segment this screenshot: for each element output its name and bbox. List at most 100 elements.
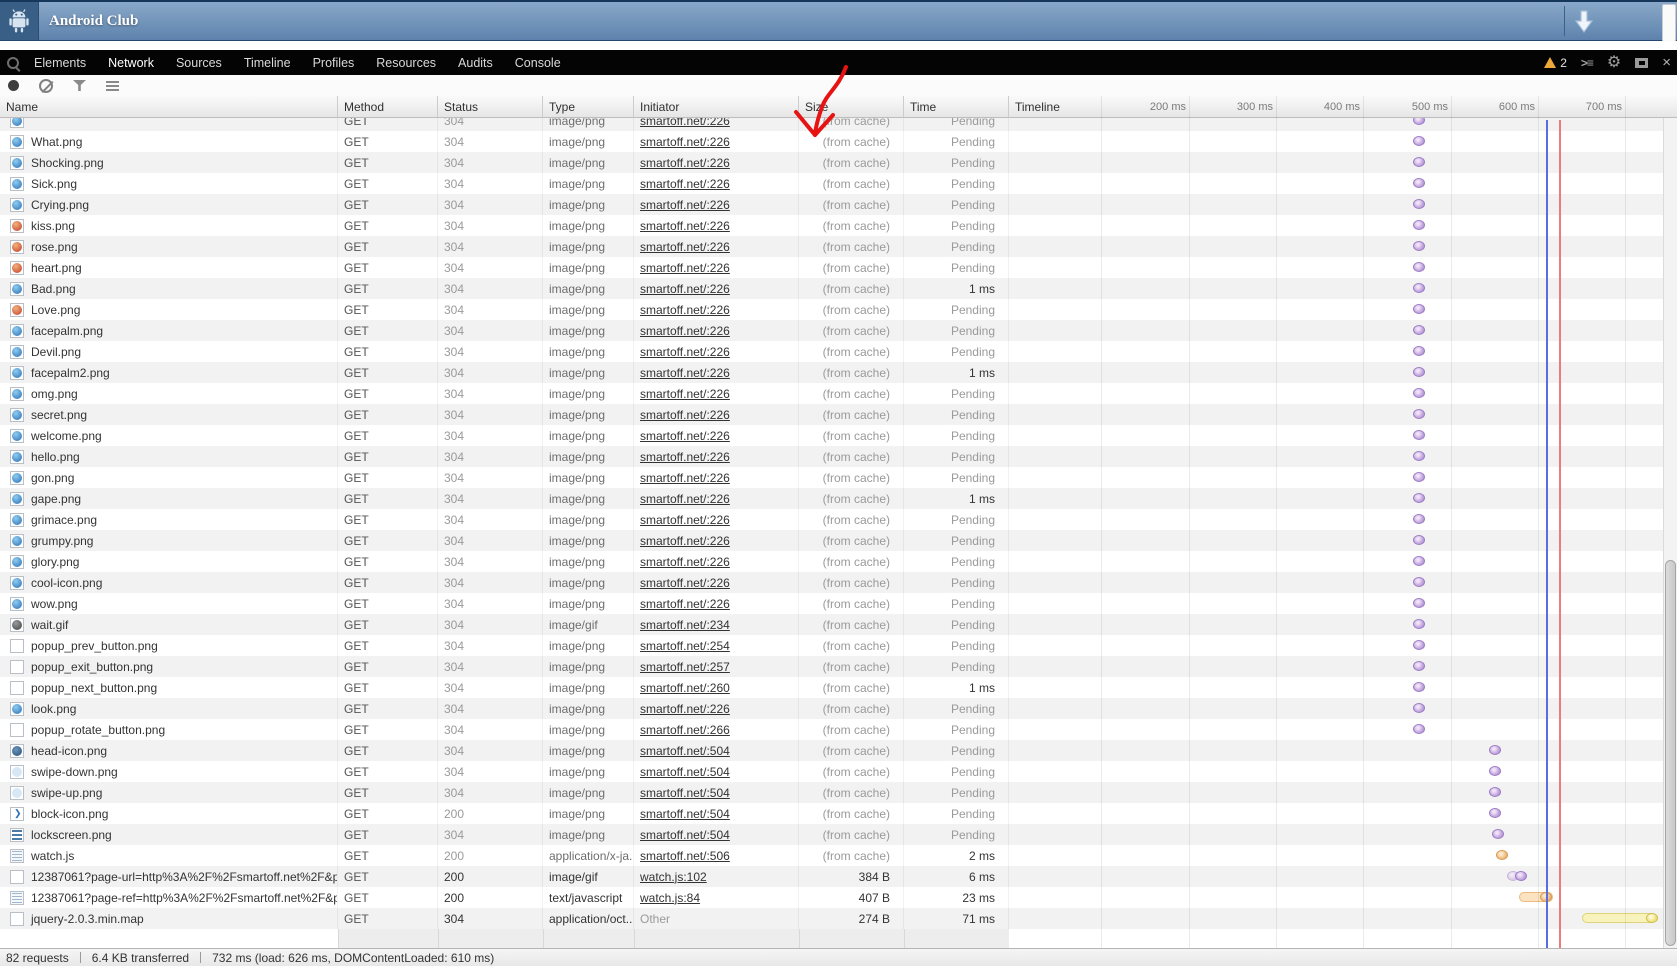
column-header-timeline[interactable]: Timeline — [1009, 96, 1677, 117]
tab-resources[interactable]: Resources — [376, 56, 436, 70]
table-row[interactable]: popup_prev_button.pngGET304image/pngsmar… — [0, 635, 1677, 656]
initiator-link[interactable]: smartoff.net/:226 — [640, 324, 730, 338]
table-row[interactable]: popup_exit_button.pngGET304image/pngsmar… — [0, 656, 1677, 677]
initiator-link[interactable]: smartoff.net/:226 — [640, 282, 730, 296]
table-row[interactable]: secret.pngGET304image/pngsmartoff.net/:2… — [0, 404, 1677, 425]
initiator-link[interactable]: smartoff.net/:504 — [640, 828, 730, 842]
clear-icon[interactable] — [39, 79, 53, 93]
console-drawer-icon[interactable]: >≡ — [1581, 56, 1593, 70]
table-row[interactable]: grimace.pngGET304image/pngsmartoff.net/:… — [0, 509, 1677, 530]
table-row[interactable]: grumpy.pngGET304image/pngsmartoff.net/:2… — [0, 530, 1677, 551]
table-row[interactable]: swipe-down.pngGET304image/pngsmartoff.ne… — [0, 761, 1677, 782]
initiator-link[interactable]: smartoff.net/:254 — [640, 639, 730, 653]
table-row[interactable]: head-icon.pngGET304image/pngsmartoff.net… — [0, 740, 1677, 761]
table-row[interactable]: welcome.pngGET304image/pngsmartoff.net/:… — [0, 425, 1677, 446]
initiator-link[interactable]: smartoff.net/:226 — [640, 198, 730, 212]
column-header-name[interactable]: Name — [0, 96, 338, 117]
initiator-link[interactable]: smartoff.net/:226 — [640, 513, 730, 527]
table-row[interactable]: Devil.pngGET304image/pngsmartoff.net/:22… — [0, 341, 1677, 362]
gear-icon[interactable]: ⚙ — [1607, 55, 1621, 71]
initiator-link[interactable]: smartoff.net/:226 — [640, 576, 730, 590]
table-row[interactable]: heart.pngGET304image/pngsmartoff.net/:22… — [0, 257, 1677, 278]
table-row[interactable]: block-icon.pngGET200image/pngsmartoff.ne… — [0, 803, 1677, 824]
initiator-link[interactable]: smartoff.net/:266 — [640, 723, 730, 737]
initiator-link[interactable]: smartoff.net/:504 — [640, 786, 730, 800]
table-row[interactable]: popup_rotate_button.pngGET304image/pngsm… — [0, 719, 1677, 740]
table-row[interactable]: facepalm2.pngGET304image/pngsmartoff.net… — [0, 362, 1677, 383]
table-row[interactable]: gon.pngGET304image/pngsmartoff.net/:226(… — [0, 467, 1677, 488]
initiator-link[interactable]: smartoff.net/:226 — [640, 492, 730, 506]
initiator-link[interactable]: smartoff.net/:226 — [640, 597, 730, 611]
initiator-link[interactable]: smartoff.net/:504 — [640, 807, 730, 821]
tab-console[interactable]: Console — [515, 56, 561, 70]
table-row[interactable]: gape.pngGET304image/pngsmartoff.net/:226… — [0, 488, 1677, 509]
initiator-link[interactable]: smartoff.net/:504 — [640, 744, 730, 758]
close-icon[interactable]: × — [1662, 55, 1671, 70]
table-row[interactable]: glory.pngGET304image/pngsmartoff.net/:22… — [0, 551, 1677, 572]
initiator-link[interactable]: smartoff.net/:234 — [640, 618, 730, 632]
initiator-link[interactable]: watch.js:102 — [640, 870, 707, 884]
table-row[interactable]: kiss.pngGET304image/pngsmartoff.net/:226… — [0, 215, 1677, 236]
filter-icon[interactable] — [73, 80, 86, 91]
table-row[interactable]: cool-icon.pngGET304image/pngsmartoff.net… — [0, 572, 1677, 593]
table-row[interactable]: GET304image/pngsmartoff.net/:226(from ca… — [0, 118, 1677, 131]
initiator-link[interactable]: smartoff.net/:226 — [640, 555, 730, 569]
initiator-link[interactable]: smartoff.net/:226 — [640, 303, 730, 317]
initiator-link[interactable]: smartoff.net/:506 — [640, 849, 730, 863]
table-row[interactable]: Shocking.pngGET304image/pngsmartoff.net/… — [0, 152, 1677, 173]
table-row[interactable]: Sick.pngGET304image/pngsmartoff.net/:226… — [0, 173, 1677, 194]
initiator-link[interactable]: smartoff.net/:226 — [640, 471, 730, 485]
column-header-initiator[interactable]: Initiator — [634, 96, 799, 117]
initiator-link[interactable]: smartoff.net/:226 — [640, 702, 730, 716]
vertical-scrollbar[interactable] — [1663, 118, 1677, 948]
initiator-link[interactable]: smartoff.net/:226 — [640, 429, 730, 443]
table-row[interactable]: look.pngGET304image/pngsmartoff.net/:226… — [0, 698, 1677, 719]
dock-icon[interactable] — [1635, 58, 1648, 68]
table-row[interactable]: 12387061?page-ref=http%3A%2F%2Fsmartoff.… — [0, 887, 1677, 908]
column-header-type[interactable]: Type — [543, 96, 634, 117]
table-row[interactable]: Love.pngGET304image/pngsmartoff.net/:226… — [0, 299, 1677, 320]
column-header-time[interactable]: Time — [904, 96, 1009, 117]
table-row[interactable]: lockscreen.pngGET304image/pngsmartoff.ne… — [0, 824, 1677, 845]
column-header-size[interactable]: Size — [799, 96, 904, 117]
initiator-link[interactable]: smartoff.net/:226 — [640, 387, 730, 401]
initiator-link[interactable]: smartoff.net/:257 — [640, 660, 730, 674]
tab-elements[interactable]: Elements — [34, 56, 86, 70]
column-header-status[interactable]: Status — [438, 96, 543, 117]
tab-network[interactable]: Network — [108, 56, 154, 70]
initiator-link[interactable]: smartoff.net/:226 — [640, 156, 730, 170]
table-row[interactable]: hello.pngGET304image/pngsmartoff.net/:22… — [0, 446, 1677, 467]
initiator-link[interactable]: smartoff.net/:226 — [640, 366, 730, 380]
initiator-link[interactable]: smartoff.net/:226 — [640, 118, 730, 128]
table-row[interactable]: omg.pngGET304image/pngsmartoff.net/:226(… — [0, 383, 1677, 404]
table-row[interactable]: swipe-up.pngGET304image/pngsmartoff.net/… — [0, 782, 1677, 803]
table-row[interactable]: Crying.pngGET304image/pngsmartoff.net/:2… — [0, 194, 1677, 215]
download-arrow-icon[interactable] — [1570, 8, 1598, 36]
initiator-link[interactable]: smartoff.net/:226 — [640, 135, 730, 149]
table-row[interactable]: popup_next_button.pngGET304image/pngsmar… — [0, 677, 1677, 698]
tab-sources[interactable]: Sources — [176, 56, 222, 70]
tab-audits[interactable]: Audits — [458, 56, 493, 70]
initiator-link[interactable]: smartoff.net/:226 — [640, 408, 730, 422]
table-row[interactable]: jquery-2.0.3.min.mapGET304application/oc… — [0, 908, 1677, 929]
initiator-link[interactable]: smartoff.net/:226 — [640, 261, 730, 275]
initiator-link[interactable]: watch.js:84 — [640, 891, 700, 905]
page-scrollbar-top[interactable] — [1662, 4, 1676, 42]
table-row[interactable]: What.pngGET304image/pngsmartoff.net/:226… — [0, 131, 1677, 152]
initiator-link[interactable]: smartoff.net/:226 — [640, 345, 730, 359]
table-row[interactable]: Bad.pngGET304image/pngsmartoff.net/:226(… — [0, 278, 1677, 299]
initiator-link[interactable]: smartoff.net/:226 — [640, 219, 730, 233]
table-row[interactable]: 12387061?page-url=http%3A%2F%2Fsmartoff.… — [0, 866, 1677, 887]
warnings-badge[interactable]: 2 — [1544, 56, 1567, 70]
table-row[interactable]: facepalm.pngGET304image/pngsmartoff.net/… — [0, 320, 1677, 341]
table-row[interactable]: watch.jsGET200application/x-ja...smartof… — [0, 845, 1677, 866]
initiator-link[interactable]: smartoff.net/:226 — [640, 177, 730, 191]
table-row[interactable]: rose.pngGET304image/pngsmartoff.net/:226… — [0, 236, 1677, 257]
initiator-link[interactable]: smartoff.net/:226 — [640, 240, 730, 254]
tab-profiles[interactable]: Profiles — [313, 56, 355, 70]
initiator-link[interactable]: smartoff.net/:226 — [640, 450, 730, 464]
initiator-link[interactable]: smartoff.net/:226 — [640, 534, 730, 548]
scrollbar-thumb[interactable] — [1665, 560, 1676, 946]
tab-timeline[interactable]: Timeline — [244, 56, 291, 70]
initiator-link[interactable]: smartoff.net/:260 — [640, 681, 730, 695]
